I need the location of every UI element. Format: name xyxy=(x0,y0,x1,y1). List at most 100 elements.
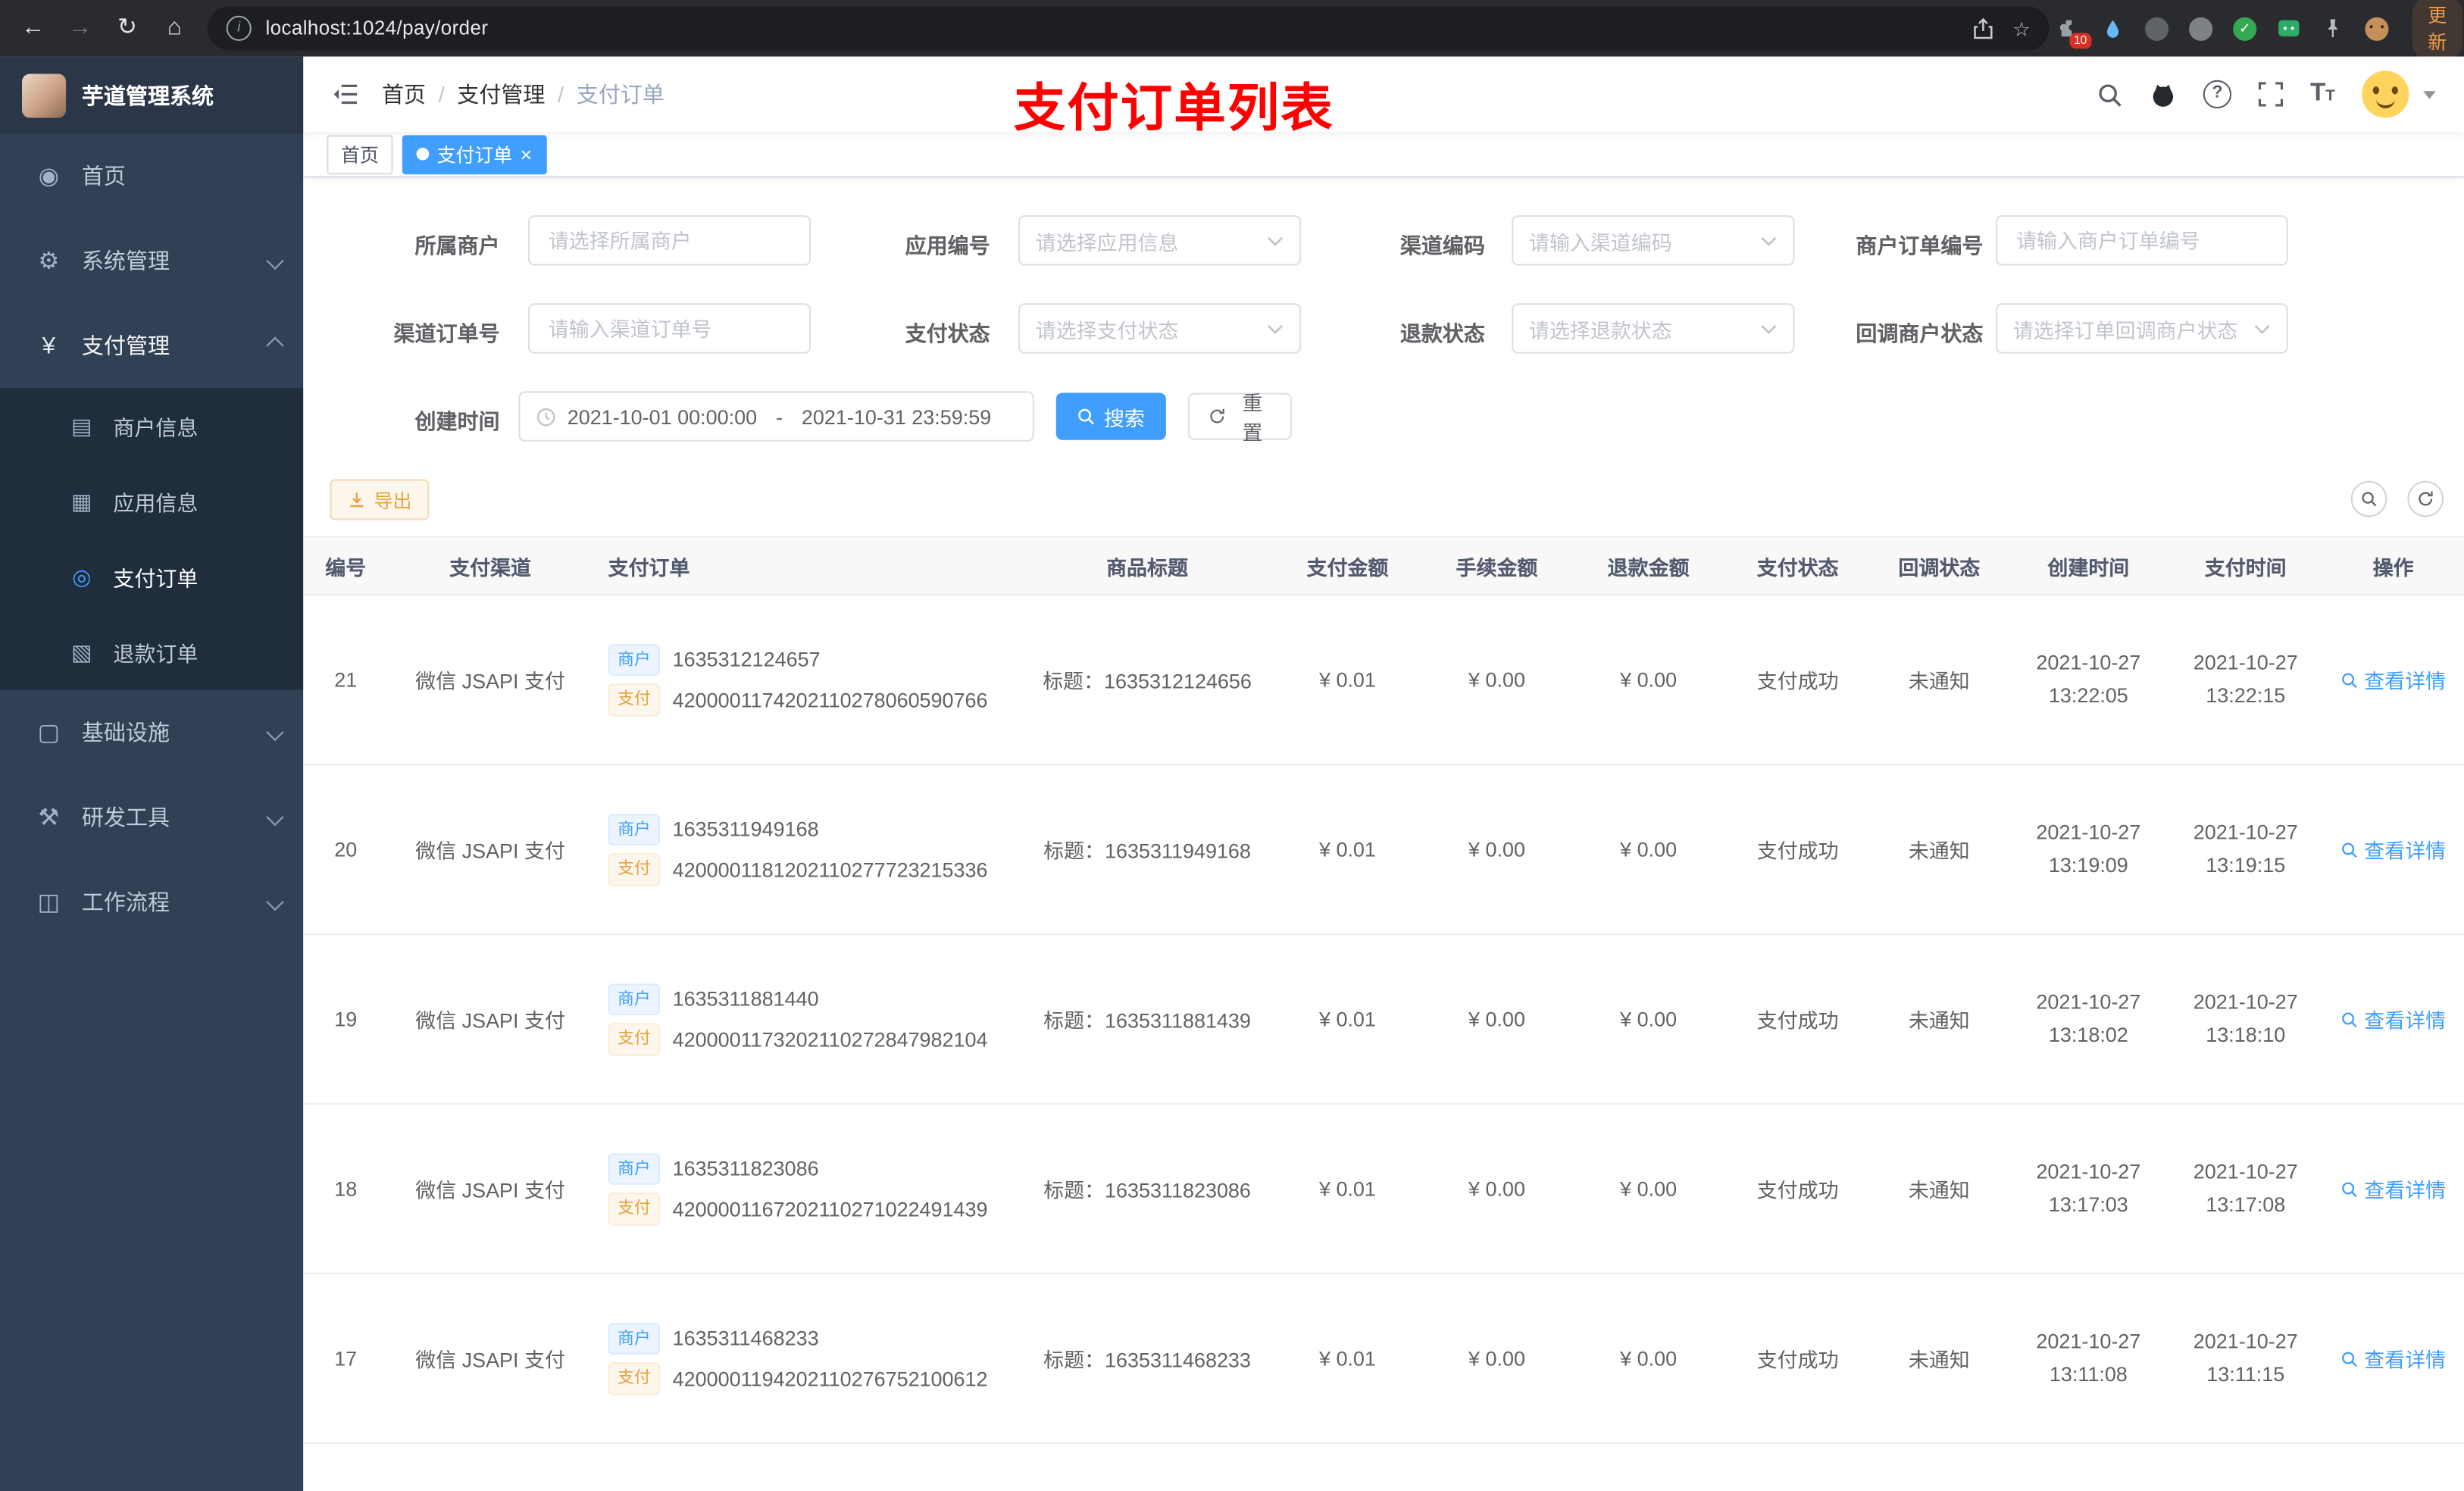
cell-title: 标题：1635311468233 xyxy=(1043,1348,1251,1372)
cell-pay-time: 2021-10-27 13:22:15 xyxy=(2193,651,2298,707)
extension-drop-icon[interactable] xyxy=(2100,15,2126,42)
merchant-input[interactable] xyxy=(545,227,794,254)
avatar[interactable] xyxy=(2362,70,2409,118)
fullscreen-icon[interactable] xyxy=(2259,82,2284,107)
cell-notify: 未通知 xyxy=(1908,1348,1970,1372)
channel-order-no-field[interactable] xyxy=(527,303,811,354)
sidebar-item-pay-order[interactable]: ◎ 支付订单 xyxy=(0,539,303,614)
merchant-order-no-field[interactable] xyxy=(1995,215,2288,266)
cell-title: 标题：1635312124656 xyxy=(1043,669,1252,693)
breadcrumb-home[interactable]: 首页 xyxy=(382,79,426,110)
view-detail-link[interactable]: 查看详情 xyxy=(2340,1004,2446,1033)
merchant-order-no-input[interactable] xyxy=(2012,227,2271,254)
tab-pay-order[interactable]: 支付订单 × xyxy=(402,134,546,174)
export-button[interactable]: 导出 xyxy=(330,479,430,520)
extension-chat-icon[interactable] xyxy=(2275,15,2302,42)
logo-title: 芋道管理系统 xyxy=(81,82,214,108)
chevron-down-icon xyxy=(266,723,284,742)
filter-label-refund-status: 退款状态 xyxy=(1399,322,1485,346)
sidebar-item-app-info[interactable]: ▦ 应用信息 xyxy=(0,464,303,539)
extension-pin-icon[interactable] xyxy=(2319,15,2346,42)
pay-status-select[interactable]: 请选择支付状态 xyxy=(1018,303,1302,354)
pay-tag: 支付 xyxy=(608,853,661,886)
view-detail-link[interactable]: 查看详情 xyxy=(2340,1343,2446,1373)
sidebar-item-home[interactable]: ◉ 首页 xyxy=(0,133,303,218)
tags-view-bar: 首页 支付订单 × xyxy=(303,132,2464,178)
url-text[interactable]: localhost:1024/pay/order xyxy=(266,17,1953,39)
workflow-icon: ◫ xyxy=(37,889,61,917)
tab-home[interactable]: 首页 xyxy=(327,134,393,174)
sidebar-item-payment[interactable]: ¥ 支付管理 xyxy=(0,303,303,388)
reload-button[interactable]: ↻ xyxy=(107,8,148,48)
yen-icon: ¥ xyxy=(42,332,55,359)
date-range-picker[interactable]: 2021-10-01 00:00:00 - 2021-10-31 23:59:5… xyxy=(518,391,1034,442)
chrome-update-button[interactable]: 更新 xyxy=(2412,0,2462,61)
cell-amount: ¥ 0.01 xyxy=(1318,1346,1376,1371)
github-icon[interactable] xyxy=(2150,81,2176,108)
extension-circle-icon-2[interactable] xyxy=(2187,15,2214,42)
table-row: 18 微信 JSAPI 支付 商户 1635311823086 支付 42000… xyxy=(303,1105,2464,1275)
cell-create-time: 2021-10-27 13:17:03 xyxy=(2036,1160,2141,1216)
view-detail-link[interactable]: 查看详情 xyxy=(2340,1174,2446,1203)
help-icon[interactable]: ? xyxy=(2203,80,2232,109)
cell-no: 18 xyxy=(334,1177,358,1201)
bookmark-star-icon[interactable]: ☆ xyxy=(2012,17,2030,40)
channel-order-no-input[interactable] xyxy=(545,314,794,342)
extensions-area: 10 ✓ xyxy=(2056,15,2391,48)
cell-amount: ¥ 0.01 xyxy=(1318,1007,1376,1031)
search-icon[interactable] xyxy=(2097,81,2123,108)
table-row: 20 微信 JSAPI 支付 商户 1635311949168 支付 42000… xyxy=(303,765,2464,936)
cell-title: 标题：1635311823086 xyxy=(1043,1178,1251,1202)
extension-monkey-icon[interactable] xyxy=(2363,15,2390,42)
close-tab-icon[interactable]: × xyxy=(521,144,533,164)
forward-button[interactable]: → xyxy=(60,8,101,48)
share-icon[interactable] xyxy=(1972,17,1993,39)
notify-status-select[interactable]: 请选择订单回调商户状态 xyxy=(1995,303,2288,354)
address-bar[interactable]: i localhost:1024/pay/order ☆ xyxy=(207,6,2050,51)
top-navbar: 首页 / 支付管理 / 支付订单 支付订单列表 ? TT xyxy=(303,56,2464,136)
cell-status: 支付成功 xyxy=(1756,1348,1839,1372)
back-button[interactable]: ← xyxy=(13,8,54,48)
merchant-select[interactable] xyxy=(527,215,811,266)
cell-channel: 微信 JSAPI 支付 xyxy=(415,1348,565,1372)
sidebar-item-infra[interactable]: ▢ 基础设施 xyxy=(0,689,303,774)
search-button[interactable]: 搜索 xyxy=(1055,392,1166,440)
page-body: 所属商户 应用编号 请选择应用信息 渠道编码 请输入渠道编码 商户订单编号 xyxy=(303,177,2464,1491)
sidebar-fold-icon[interactable] xyxy=(332,82,360,107)
site-info-icon[interactable]: i xyxy=(226,15,252,41)
chevron-up-icon xyxy=(266,336,284,355)
date-end[interactable]: 2021-10-31 23:59:59 xyxy=(802,405,991,428)
reset-button[interactable]: 重置 xyxy=(1187,391,1292,445)
sidebar-item-merchant-info[interactable]: ▤ 商户信息 xyxy=(0,388,303,464)
avatar-caret-icon[interactable] xyxy=(2423,90,2436,98)
sidebar-logo[interactable]: 芋道管理系统 xyxy=(0,56,304,134)
channel-code-select[interactable]: 请输入渠道编码 xyxy=(1512,215,1795,266)
cell-create-time: 2021-10-27 13:22:05 xyxy=(2036,651,2141,707)
cell-action: 查看详情 xyxy=(2322,834,2464,864)
chevron-down-icon xyxy=(1760,323,1778,334)
chevron-down-icon xyxy=(266,252,284,270)
extension-puzzle-icon[interactable]: 10 xyxy=(2056,15,2092,48)
refresh-table-button[interactable] xyxy=(2407,480,2444,517)
date-start[interactable]: 2021-10-01 00:00:00 xyxy=(568,405,757,428)
extension-badge: 10 xyxy=(2068,33,2092,48)
app-select[interactable]: 请选择应用信息 xyxy=(1018,215,1302,266)
extension-circle-icon-1[interactable] xyxy=(2143,15,2170,42)
toggle-search-button[interactable] xyxy=(2350,480,2387,517)
active-tab-dot xyxy=(416,147,430,161)
breadcrumb-payment[interactable]: 支付管理 xyxy=(457,79,545,110)
cell-pay-time: 2021-10-27 13:17:08 xyxy=(2193,1160,2298,1216)
view-detail-link[interactable]: 查看详情 xyxy=(2340,834,2446,864)
font-size-icon[interactable]: TT xyxy=(2310,81,2335,107)
view-detail-link[interactable]: 查看详情 xyxy=(2340,664,2446,694)
sidebar-item-refund-order[interactable]: ▧ 退款订单 xyxy=(0,614,303,690)
filter-label-merchant: 所属商户 xyxy=(414,234,500,258)
cell-amount: ¥ 0.01 xyxy=(1318,1177,1376,1201)
sidebar-item-devtools[interactable]: ⚒ 研发工具 xyxy=(0,774,303,859)
sidebar-item-workflow[interactable]: ◫ 工作流程 xyxy=(0,859,303,944)
refund-status-select[interactable]: 请选择退款状态 xyxy=(1512,303,1795,354)
sidebar-item-system[interactable]: ⚙ 系统管理 xyxy=(0,218,303,303)
filter-label-pay-status: 支付状态 xyxy=(905,322,990,346)
home-button[interactable]: ⌂ xyxy=(154,8,195,48)
extension-check-icon[interactable]: ✓ xyxy=(2231,15,2258,42)
